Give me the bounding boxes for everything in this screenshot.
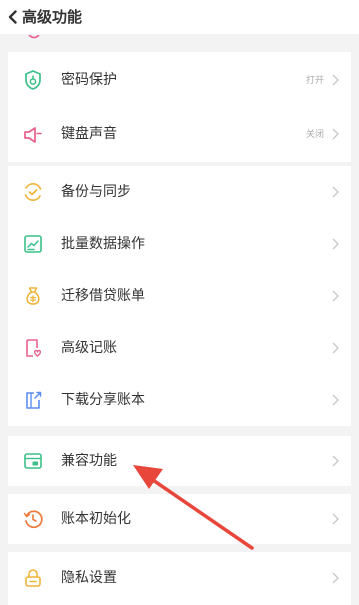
header-bar: 高级功能	[0, 0, 359, 39]
money-bag-icon	[26, 287, 40, 305]
row-label: 密码保护	[61, 72, 117, 88]
chevron-right-icon	[332, 572, 339, 584]
row-label: 兼容功能	[61, 453, 117, 469]
row-batch-data[interactable]: 批量数据操作	[8, 218, 351, 270]
lock-shield-icon	[25, 70, 41, 90]
row-value: 关闭	[305, 130, 324, 140]
row-download-share[interactable]: 下载分享账本	[8, 374, 351, 426]
chevron-right-icon	[332, 74, 339, 86]
row-migrate-loans[interactable]: 迁移借贷账单	[8, 270, 351, 322]
clock-reset-icon	[23, 510, 43, 529]
row-password-protection[interactable]: 密码保护 打开	[8, 52, 351, 108]
partial-icon	[28, 35, 40, 39]
chart-icon	[24, 235, 42, 253]
row-value: 打开	[305, 76, 324, 86]
row-label: 账本初始化	[61, 511, 131, 527]
row-advanced-bookkeeping[interactable]: 高级记账	[8, 322, 351, 374]
row-privacy-settings[interactable]: 隐私设置	[8, 552, 351, 605]
row-ledger-init[interactable]: 账本初始化	[8, 494, 351, 544]
share-book-icon	[26, 391, 42, 409]
chevron-right-icon	[332, 342, 339, 354]
chevron-left-icon[interactable]	[7, 10, 19, 24]
row-backup-sync[interactable]: 备份与同步	[8, 166, 351, 218]
row-keyboard-sound[interactable]: 键盘声音 关闭	[8, 108, 351, 162]
settings-group-privacy: 隐私设置	[8, 552, 351, 605]
chevron-right-icon	[332, 186, 339, 198]
chevron-right-icon	[332, 238, 339, 250]
book-heart-icon	[26, 339, 42, 357]
window-icon	[24, 453, 42, 469]
settings-group-data: 备份与同步 批量数据操作 迁移借贷账单 高级记账 下载分享账本	[8, 166, 351, 426]
row-label: 批量数据操作	[61, 236, 145, 252]
chevron-right-icon	[332, 128, 339, 140]
chevron-right-icon	[332, 394, 339, 406]
row-compatibility[interactable]: 兼容功能	[8, 436, 351, 486]
row-label: 高级记账	[61, 340, 117, 356]
row-label: 下载分享账本	[61, 392, 145, 408]
row-label: 键盘声音	[61, 126, 117, 142]
settings-group-compat: 兼容功能	[8, 436, 351, 486]
chevron-right-icon	[332, 513, 339, 525]
chevron-right-icon	[332, 455, 339, 467]
sync-check-icon	[24, 183, 42, 201]
row-label: 备份与同步	[61, 184, 131, 200]
settings-group-security: 密码保护 打开 键盘声音 关闭	[8, 52, 351, 162]
settings-group-init: 账本初始化	[8, 494, 351, 544]
chevron-right-icon	[332, 290, 339, 302]
row-label: 隐私设置	[61, 570, 117, 586]
padlock-icon	[25, 569, 41, 587]
row-label: 迁移借贷账单	[61, 288, 145, 304]
speaker-icon	[24, 127, 42, 143]
page-title: 高级功能	[22, 8, 83, 26]
